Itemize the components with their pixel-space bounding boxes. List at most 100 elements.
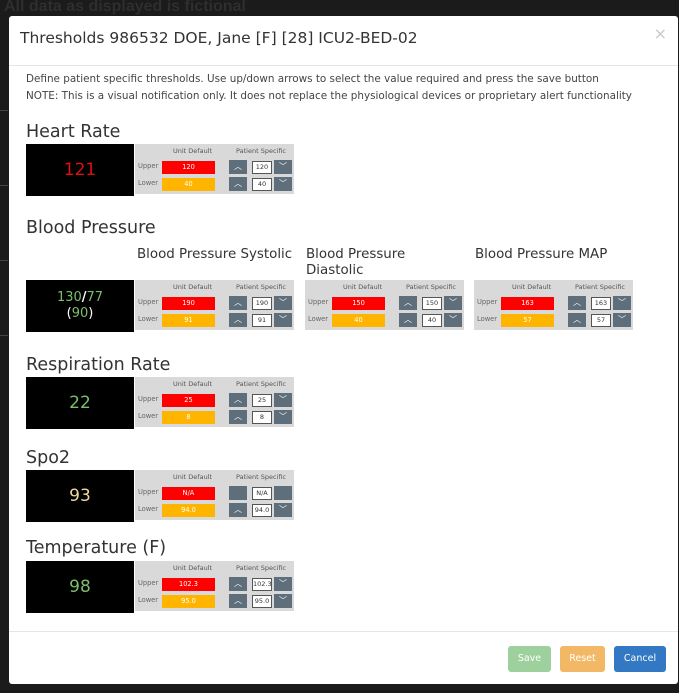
heart-rate-lower-down-button[interactable]: ﹀ — [274, 177, 292, 191]
spo2-lower-down-button[interactable]: ﹀ — [274, 503, 292, 517]
chevron-up-icon: ︿ — [234, 395, 242, 404]
respiration-rate-lower-up-button[interactable]: ︿ — [229, 410, 247, 424]
bp-map-reading: (90) — [66, 306, 94, 321]
unit-default-header: Unit Default — [173, 473, 213, 481]
save-button[interactable]: Save — [508, 646, 551, 672]
bp-systolic-threshold-panel: Unit Default Patient Specific Upper 190 … — [135, 280, 294, 330]
cancel-button[interactable]: Cancel — [614, 646, 666, 672]
chevron-down-icon: ﹀ — [279, 579, 287, 588]
bp-diastolic-lower-up-button[interactable]: ︿ — [399, 313, 417, 327]
chevron-up-icon: ︿ — [234, 298, 242, 307]
heart-rate-patient-lower[interactable]: 40 — [252, 178, 272, 191]
respiration-rate-patient-lower[interactable]: 8 — [252, 411, 272, 424]
heart-rate-threshold-panel: Unit Default Patient Specific Upper 120 … — [135, 144, 294, 194]
bp-diastolic-upper-up-button[interactable]: ︿ — [399, 296, 417, 310]
temperature-patient-upper[interactable]: 102.3 — [252, 578, 272, 591]
bp-diastolic-patient-upper[interactable]: 150 — [422, 297, 442, 310]
temperature-default-upper: 102.3 — [162, 578, 215, 591]
heart-rate-lower-up-button[interactable]: ︿ — [229, 177, 247, 191]
chevron-up-icon: ︿ — [234, 179, 242, 188]
bp-map-title: Blood Pressure MAP — [475, 247, 608, 262]
upper-label: Upper — [138, 395, 159, 403]
respiration-rate-upper-down-button[interactable]: ﹀ — [274, 393, 292, 407]
bp-map-upper-up-button[interactable]: ︿ — [568, 296, 586, 310]
upper-label: Upper — [138, 579, 159, 587]
chevron-down-icon: ﹀ — [618, 298, 626, 307]
bp-diastolic-patient-lower[interactable]: 40 — [422, 314, 442, 327]
respiration-rate-value: 22 — [69, 392, 91, 413]
heart-rate-patient-upper[interactable]: 120 — [252, 161, 272, 174]
temperature-upper-up-button[interactable]: ︿ — [229, 577, 247, 591]
bp-systolic-upper-down-button[interactable]: ﹀ — [274, 296, 292, 310]
bp-map-patient-lower[interactable]: 57 — [591, 314, 611, 327]
respiration-rate-lower-down-button[interactable]: ﹀ — [274, 410, 292, 424]
chevron-up-icon: ︿ — [573, 315, 581, 324]
bp-systolic-upper-up-button[interactable]: ︿ — [229, 296, 247, 310]
reset-button[interactable]: Reset — [560, 646, 605, 672]
modal-intro: Define patient specific thresholds. Use … — [26, 71, 632, 105]
bp-diastolic-lower-down-button[interactable]: ﹀ — [444, 313, 462, 327]
bp-map-lower-down-button[interactable]: ﹀ — [613, 313, 631, 327]
bp-map-patient-upper[interactable]: 163 — [591, 297, 611, 310]
heart-rate-value: 121 — [63, 159, 97, 180]
bp-diastolic-upper-down-button[interactable]: ﹀ — [444, 296, 462, 310]
spo2-upper-down-button-disabled — [274, 486, 292, 500]
bp-systolic-patient-upper[interactable]: 190 — [252, 297, 272, 310]
bp-systolic-value: 130 — [56, 290, 82, 305]
chevron-up-icon: ︿ — [234, 162, 242, 171]
respiration-rate-patient-upper[interactable]: 25 — [252, 394, 272, 407]
respiration-rate-threshold-panel: Unit Default Patient Specific Upper 25 ︿… — [135, 377, 294, 427]
spo2-default-upper: N/A — [162, 487, 215, 500]
background-divider — [0, 335, 8, 336]
respiration-rate-default-upper: 25 — [162, 394, 215, 407]
chevron-down-icon: ﹀ — [449, 315, 457, 324]
chevron-up-icon: ︿ — [234, 579, 242, 588]
chevron-down-icon: ﹀ — [279, 395, 287, 404]
spo2-patient-upper: N/A — [252, 487, 272, 500]
temperature-lower-up-button[interactable]: ︿ — [229, 594, 247, 608]
lower-label: Lower — [138, 412, 159, 420]
respiration-rate-upper-up-button[interactable]: ︿ — [229, 393, 247, 407]
bp-diastolic-default-lower: 40 — [332, 314, 385, 327]
patient-specific-header: Patient Specific — [236, 380, 286, 388]
heart-rate-display: 121 — [26, 144, 134, 196]
spo2-default-lower: 94.0 — [162, 504, 215, 517]
respiration-rate-default-lower: 8 — [162, 411, 215, 424]
bp-systolic-patient-lower[interactable]: 91 — [252, 314, 272, 327]
bp-systolic-lower-down-button[interactable]: ﹀ — [274, 313, 292, 327]
unit-default-header: Unit Default — [173, 564, 213, 572]
bp-map-default-lower: 57 — [501, 314, 554, 327]
chevron-down-icon: ﹀ — [279, 596, 287, 605]
temperature-patient-lower[interactable]: 95.0 — [252, 595, 272, 608]
bp-systolic-lower-up-button[interactable]: ︿ — [229, 313, 247, 327]
spo2-lower-up-button[interactable]: ︿ — [229, 503, 247, 517]
spo2-value: 93 — [69, 485, 91, 506]
heart-rate-upper-up-button[interactable]: ︿ — [229, 160, 247, 174]
chevron-down-icon: ﹀ — [618, 315, 626, 324]
upper-label: Upper — [138, 162, 159, 170]
temperature-value: 98 — [69, 576, 91, 597]
bp-systolic-default-lower: 91 — [162, 314, 215, 327]
temperature-lower-down-button[interactable]: ﹀ — [274, 594, 292, 608]
chevron-down-icon: ﹀ — [279, 298, 287, 307]
background-divider — [0, 185, 8, 186]
spo2-patient-lower[interactable]: 94.0 — [252, 504, 272, 517]
respiration-rate-title: Respiration Rate — [26, 355, 171, 375]
lower-label: Lower — [138, 505, 159, 513]
temperature-display: 98 — [26, 561, 134, 613]
bp-map-lower-up-button[interactable]: ︿ — [568, 313, 586, 327]
bp-map-value: 90 — [71, 306, 89, 321]
chevron-down-icon: ﹀ — [279, 505, 287, 514]
background-divider — [0, 260, 8, 261]
heart-rate-upper-down-button[interactable]: ﹀ — [274, 160, 292, 174]
temperature-upper-down-button[interactable]: ﹀ — [274, 577, 292, 591]
bp-reading: 130/77 — [57, 290, 103, 306]
lower-label: Lower — [477, 315, 498, 323]
bp-map-upper-down-button[interactable]: ﹀ — [613, 296, 631, 310]
spo2-upper-up-button-disabled — [229, 486, 247, 500]
close-icon[interactable]: × — [654, 24, 667, 43]
modal-footer-divider — [9, 631, 678, 632]
bp-diastolic-title: Blood Pressure Diastolic — [306, 247, 406, 278]
chevron-up-icon: ︿ — [573, 298, 581, 307]
temperature-title: Temperature (F) — [26, 538, 167, 558]
